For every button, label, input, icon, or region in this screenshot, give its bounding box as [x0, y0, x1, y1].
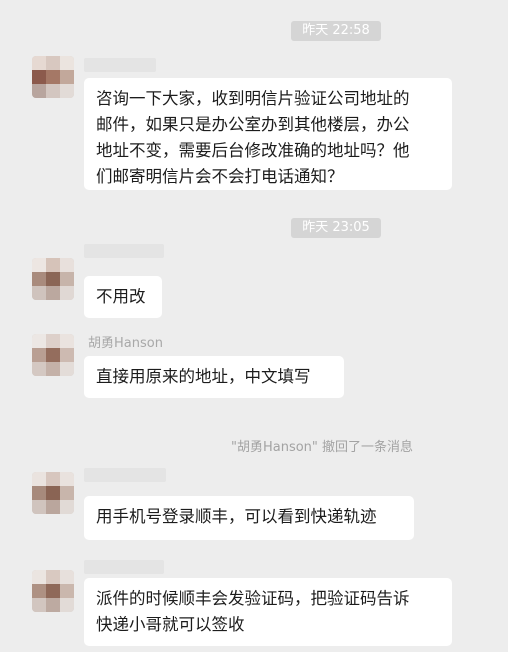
chat-history: 昨天 22:58 咨询一下大家，收到明信片验证公司地址的 邮件，如果只是办公室办…	[0, 0, 508, 652]
avatar[interactable]	[32, 570, 74, 612]
message-bubble[interactable]: 咨询一下大家，收到明信片验证公司地址的 邮件，如果只是办公室办到其他楼层，办公 …	[84, 78, 452, 190]
sender-name-blurred	[84, 560, 164, 574]
avatar[interactable]	[32, 334, 74, 376]
avatar[interactable]	[32, 56, 74, 98]
avatar[interactable]	[32, 472, 74, 514]
avatar[interactable]	[32, 258, 74, 300]
timestamp: 昨天 23:05	[291, 218, 381, 238]
sender-name-blurred	[84, 58, 156, 72]
message-bubble[interactable]: 直接用原来的地址，中文填写	[84, 356, 344, 398]
sender-name-blurred	[84, 244, 164, 258]
message-bubble[interactable]: 不用改	[84, 276, 162, 318]
timestamp: 昨天 22:58	[291, 21, 381, 41]
recall-notice: "胡勇Hanson" 撤回了一条消息	[231, 440, 414, 455]
sender-name: 胡勇Hanson	[88, 336, 163, 351]
message-bubble[interactable]: 用手机号登录顺丰，可以看到快递轨迹	[84, 496, 414, 540]
sender-name-blurred	[84, 468, 166, 482]
message-bubble[interactable]: 派件的时候顺丰会发验证码，把验证码告诉 快递小哥就可以签收	[84, 578, 452, 646]
